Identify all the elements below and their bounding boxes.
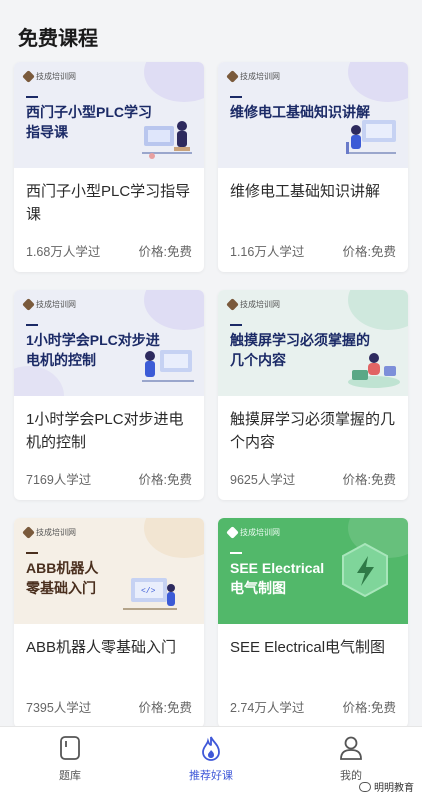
course-grid: 技成培训网 西门子小型PLC学习 指导课 西门子小型PLC学习指导课 1.68万…	[14, 62, 408, 728]
course-card[interactable]: 技成培训网 触摸屏学习必须掌握的 几个内容 触摸屏学习必须掌握的几个内容 962…	[218, 290, 408, 500]
learner-count: 9625人学过	[230, 473, 296, 487]
course-price: 价格:免费	[342, 245, 396, 259]
course-price: 价格:免费	[138, 473, 192, 487]
course-price: 价格:免费	[342, 473, 396, 487]
learner-count: 7169人学过	[26, 473, 92, 487]
flame-icon	[202, 736, 220, 761]
technician-illustration	[346, 120, 396, 154]
course-price: 价格:免费	[342, 701, 396, 715]
wechat-icon	[359, 781, 371, 792]
course-card[interactable]: 技成培训网 维修电工基础知识讲解 维修电工基础知识讲解 1.16万人学过 价格:…	[218, 62, 408, 272]
course-card[interactable]: 技成培训网 西门子小型PLC学习 指导课 西门子小型PLC学习指导课 1.68万…	[14, 62, 204, 272]
course-price: 价格:免费	[138, 701, 192, 715]
course-thumbnail: 技成培训网 西门子小型PLC学习 指导课	[14, 62, 204, 168]
course-thumbnail: 技成培训网 1小时学会PLC对步进 电机的控制	[14, 290, 204, 396]
decor-blob	[144, 290, 204, 330]
course-name: SEE Electrical电气制图	[230, 639, 386, 656]
course-price: 价格:免费	[138, 245, 192, 259]
brand-logo: 技成培训网	[226, 298, 280, 311]
course-card[interactable]: 技成培训网 1小时学会PLC对步进 电机的控制 1小时学会PLC对步进电机的控制…	[14, 290, 204, 500]
course-name: 西门子小型PLC学习指导课	[26, 183, 191, 223]
robot-programming-illustration: </>	[123, 578, 177, 610]
learner-count: 2.74万人学过	[230, 701, 305, 715]
learner-count: 7395人学过	[26, 701, 92, 715]
title-dash	[26, 96, 38, 98]
course-name: ABB机器人零基础入门	[26, 639, 177, 656]
brand-logo: 技成培训网	[226, 526, 280, 539]
course-name: 1小时学会PLC对步进电机的控制	[26, 411, 184, 451]
tab-label: 题库	[59, 770, 81, 782]
course-name: 触摸屏学习必须掌握的几个内容	[230, 411, 396, 451]
title-dash	[230, 324, 242, 326]
bottom-tab-bar: 题库 推荐好课 我的 明明教育	[0, 726, 422, 800]
page-title: 免费课程	[18, 28, 98, 50]
tab-label: 推荐好课	[189, 770, 233, 782]
course-thumbnail: 技成培训网 维修电工基础知识讲解	[218, 62, 408, 168]
learner-count: 1.68万人学过	[26, 245, 101, 259]
profile-icon	[340, 736, 362, 760]
brand-logo: 技成培训网	[22, 526, 76, 539]
watermark: 明明教育	[359, 779, 414, 794]
title-dash	[230, 552, 242, 554]
course-thumbnail: 技成培训网 触摸屏学习必须掌握的 几个内容	[218, 290, 408, 396]
decor-blob	[14, 366, 64, 396]
course-card[interactable]: 技成培训网 SEE Electrical 电气制图 SEE Electrical…	[218, 518, 408, 728]
lightning-hex-icon	[342, 542, 388, 598]
decor-blob	[144, 62, 204, 102]
brand-logo: 技成培训网	[22, 70, 76, 83]
tab-question-bank[interactable]: 题库	[30, 735, 110, 783]
decor-blob	[348, 290, 408, 330]
decor-blob	[144, 518, 204, 558]
question-bank-icon	[60, 736, 80, 760]
course-name: 维修电工基础知识讲解	[230, 183, 381, 200]
tab-recommended[interactable]: 推荐好课	[171, 735, 251, 783]
course-thumbnail: 技成培训网 SEE Electrical 电气制图	[218, 518, 408, 624]
engineer-illustration	[142, 121, 192, 159]
brand-logo: 技成培训网	[22, 298, 76, 311]
title-dash	[230, 96, 242, 98]
course-card[interactable]: 技成培训网 ABB机器人 零基础入门 </> ABB机器人零基础入门 7395人…	[14, 518, 204, 728]
course-thumbnail: 技成培训网 ABB机器人 零基础入门 </>	[14, 518, 204, 624]
brand-logo: 技成培训网	[226, 70, 280, 83]
title-dash	[26, 552, 38, 554]
learner-count: 1.16万人学过	[230, 245, 305, 259]
tab-profile[interactable]: 我的	[311, 735, 391, 783]
svg-text:</>: </>	[141, 587, 156, 596]
worker-illustration	[142, 350, 194, 382]
relaxing-person-illustration	[348, 353, 400, 388]
decor-blob	[348, 62, 408, 102]
title-dash	[26, 324, 38, 326]
